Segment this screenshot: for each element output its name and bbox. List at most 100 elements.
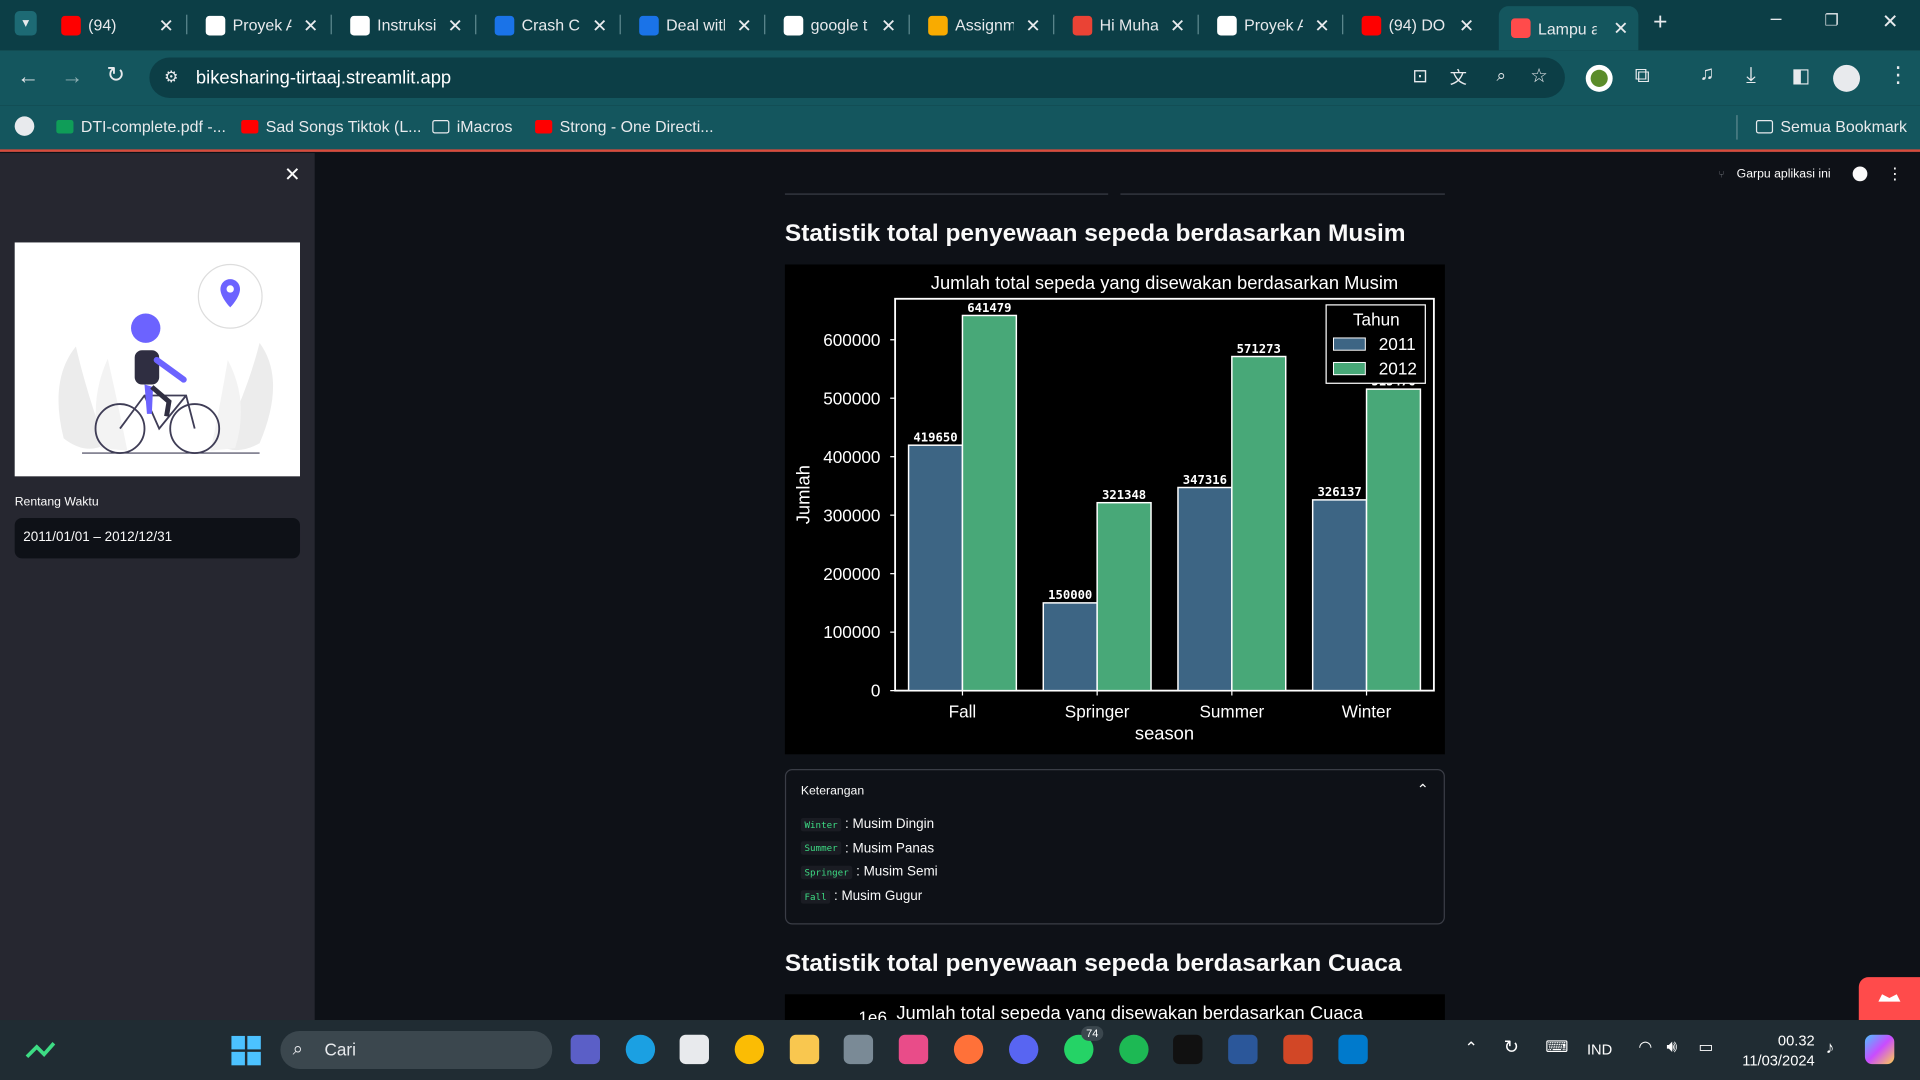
chrome-icon[interactable]: [734, 1034, 765, 1065]
tiktok-icon[interactable]: [1173, 1034, 1203, 1065]
site-info-icon[interactable]: ⚙: [164, 67, 178, 87]
tab-title: Instruksi: [377, 15, 436, 35]
streamlit-badge[interactable]: [1858, 977, 1920, 1021]
folder-icon: [1755, 120, 1774, 134]
close-tab-icon[interactable]: ✕: [592, 14, 607, 36]
fork-app-button[interactable]: Garpu aplikasi ini: [1737, 167, 1831, 180]
chevron-up-icon[interactable]: ⌃: [1417, 781, 1429, 798]
clock[interactable]: 00.32 11/03/2024: [1742, 1031, 1814, 1070]
app-menu-icon[interactable]: ⋮: [1887, 164, 1903, 184]
close-window-button[interactable]: ✕: [1882, 10, 1898, 34]
taskbar-search[interactable]: ⌕ Cari: [280, 1031, 553, 1069]
zoom-icon[interactable]: ⌕: [1497, 65, 1507, 86]
side-panel-icon[interactable]: ◧: [1791, 64, 1810, 88]
reload-icon[interactable]: ↻: [107, 62, 125, 88]
x-tick-label: Summer: [1199, 702, 1264, 722]
store-icon[interactable]: [679, 1034, 709, 1065]
spotify-icon[interactable]: [1119, 1034, 1149, 1065]
calculator-icon[interactable]: [843, 1034, 874, 1065]
minimize-button[interactable]: –: [1771, 9, 1782, 31]
sync-icon[interactable]: ↻: [1504, 1036, 1519, 1058]
snipping-icon[interactable]: [898, 1034, 929, 1065]
extension-avatar-icon[interactable]: [1585, 64, 1613, 92]
wifi-icon[interactable]: ◠: [1638, 1037, 1652, 1057]
meet-icon[interactable]: [570, 1034, 601, 1065]
close-tab-icon[interactable]: ✕: [303, 14, 318, 36]
bookmark-item[interactable]: DTI-complete.pdf -...: [56, 118, 226, 136]
back-icon[interactable]: ←: [17, 64, 39, 90]
profile-avatar[interactable]: [1833, 64, 1861, 92]
extensions-icon[interactable]: ⧉: [1635, 64, 1650, 88]
firefox-icon[interactable]: [953, 1034, 984, 1065]
close-tab-icon[interactable]: ✕: [1613, 17, 1628, 39]
download-icon[interactable]: ⤓: [1746, 62, 1756, 88]
language-indicator[interactable]: IND: [1587, 1041, 1612, 1058]
browser-tab[interactable]: Instruksi ✕: [338, 9, 473, 42]
word-icon[interactable]: [1228, 1034, 1258, 1065]
close-tab-icon[interactable]: ✕: [1170, 14, 1185, 36]
windows-start-icon[interactable]: [231, 1035, 261, 1066]
copilot-icon[interactable]: [1864, 1034, 1895, 1065]
expander-title: Keterangan: [800, 784, 865, 799]
discord-icon[interactable]: [1008, 1034, 1039, 1065]
keyboard-icon[interactable]: ⌨: [1545, 1037, 1568, 1057]
install-app-icon[interactable]: ⊡: [1412, 65, 1427, 87]
browser-tab[interactable]: Hi Muha ✕: [1060, 9, 1195, 42]
all-bookmarks-button[interactable]: Semua Bookmark: [1755, 118, 1907, 136]
browser-tab[interactable]: (94) DO ✕: [1349, 9, 1484, 42]
bookmark-star-icon[interactable]: ☆: [1530, 64, 1548, 88]
github-icon[interactable]: [1852, 166, 1868, 182]
bookmark-item[interactable]: Strong - One Directi...: [535, 118, 714, 136]
bar-label: 150000: [1048, 588, 1092, 602]
browser-tab[interactable]: Assignm ✕: [916, 9, 1051, 42]
powerpoint-icon[interactable]: [1283, 1034, 1313, 1065]
close-tab-icon[interactable]: ✕: [881, 14, 896, 36]
close-tab-icon[interactable]: ✕: [447, 14, 462, 36]
translate-icon[interactable]: 文: [1450, 65, 1467, 89]
browser-tab[interactable]: Proyek A ✕: [193, 9, 328, 42]
browser-tab[interactable]: Lampu a ✕: [1498, 6, 1639, 51]
explorer-icon[interactable]: [789, 1034, 820, 1065]
youtube-icon: [241, 120, 259, 134]
whatsapp-icon[interactable]: 74: [1064, 1026, 1104, 1065]
bar-2011-fall: [907, 444, 964, 692]
tab-title: google t: [810, 15, 868, 35]
close-tab-icon[interactable]: ✕: [1025, 14, 1040, 36]
apps-globe-icon[interactable]: [14, 116, 35, 136]
chevron-up-icon[interactable]: ⌃: [1465, 1038, 1478, 1058]
close-tab-icon[interactable]: ✕: [736, 14, 751, 36]
browser-tab[interactable]: (94) ✕: [49, 9, 184, 42]
season-desc: : Musim Semi: [856, 864, 938, 880]
edge-icon[interactable]: [625, 1034, 656, 1065]
tab-title: Proyek A: [232, 15, 292, 35]
range-label: Rentang Waktu: [14, 495, 99, 510]
media-control-icon[interactable]: ♫: [1700, 64, 1715, 86]
bookmark-item[interactable]: iMacros: [432, 118, 512, 136]
address-bar[interactable]: ⚙ bikesharing-tirtaaj.streamlit.app ⊡ 文 …: [149, 57, 1565, 98]
battery-icon[interactable]: ▭: [1698, 1037, 1713, 1057]
bookmark-label: iMacros: [456, 117, 513, 136]
tab-search-chevron-icon[interactable]: ▾: [14, 11, 37, 36]
close-tab-icon[interactable]: ✕: [1314, 14, 1329, 36]
browser-tab[interactable]: Proyek A ✕: [1205, 9, 1340, 42]
vscode-icon[interactable]: [1338, 1034, 1368, 1065]
new-tab-button[interactable]: +: [1653, 9, 1667, 37]
bookmark-item[interactable]: Sad Songs Tiktok (L...: [241, 118, 421, 136]
date-range-input[interactable]: 2011/01/01 – 2012/12/31: [14, 517, 301, 559]
bar-label: 326137: [1318, 485, 1362, 499]
browser-tab[interactable]: google t ✕: [771, 9, 906, 42]
chrome-menu-icon[interactable]: ⋮: [1887, 62, 1909, 88]
y-tick-label: 300000: [823, 505, 880, 525]
expander-keterangan[interactable]: Keterangan ⌃ Winter: Musim Dingin Summer:…: [784, 768, 1445, 925]
close-sidebar-icon[interactable]: ✕: [284, 163, 300, 187]
volume-icon[interactable]: 🔊︎: [1667, 1036, 1678, 1057]
close-tab-icon[interactable]: ✕: [158, 14, 173, 36]
notification-bell-icon[interactable]: ♪: [1826, 1037, 1835, 1057]
restore-button[interactable]: ❐: [1825, 11, 1839, 31]
forward-icon[interactable]: →: [61, 64, 83, 90]
browser-tab[interactable]: Deal with ✕: [627, 9, 762, 42]
browser-tab[interactable]: Crash Co ✕: [482, 9, 617, 42]
close-tab-icon[interactable]: ✕: [1459, 14, 1474, 36]
section-title-weather: Statistik total penyewaan sepeda berdasa…: [784, 950, 1402, 978]
stock-widget-icon[interactable]: [24, 1040, 56, 1062]
